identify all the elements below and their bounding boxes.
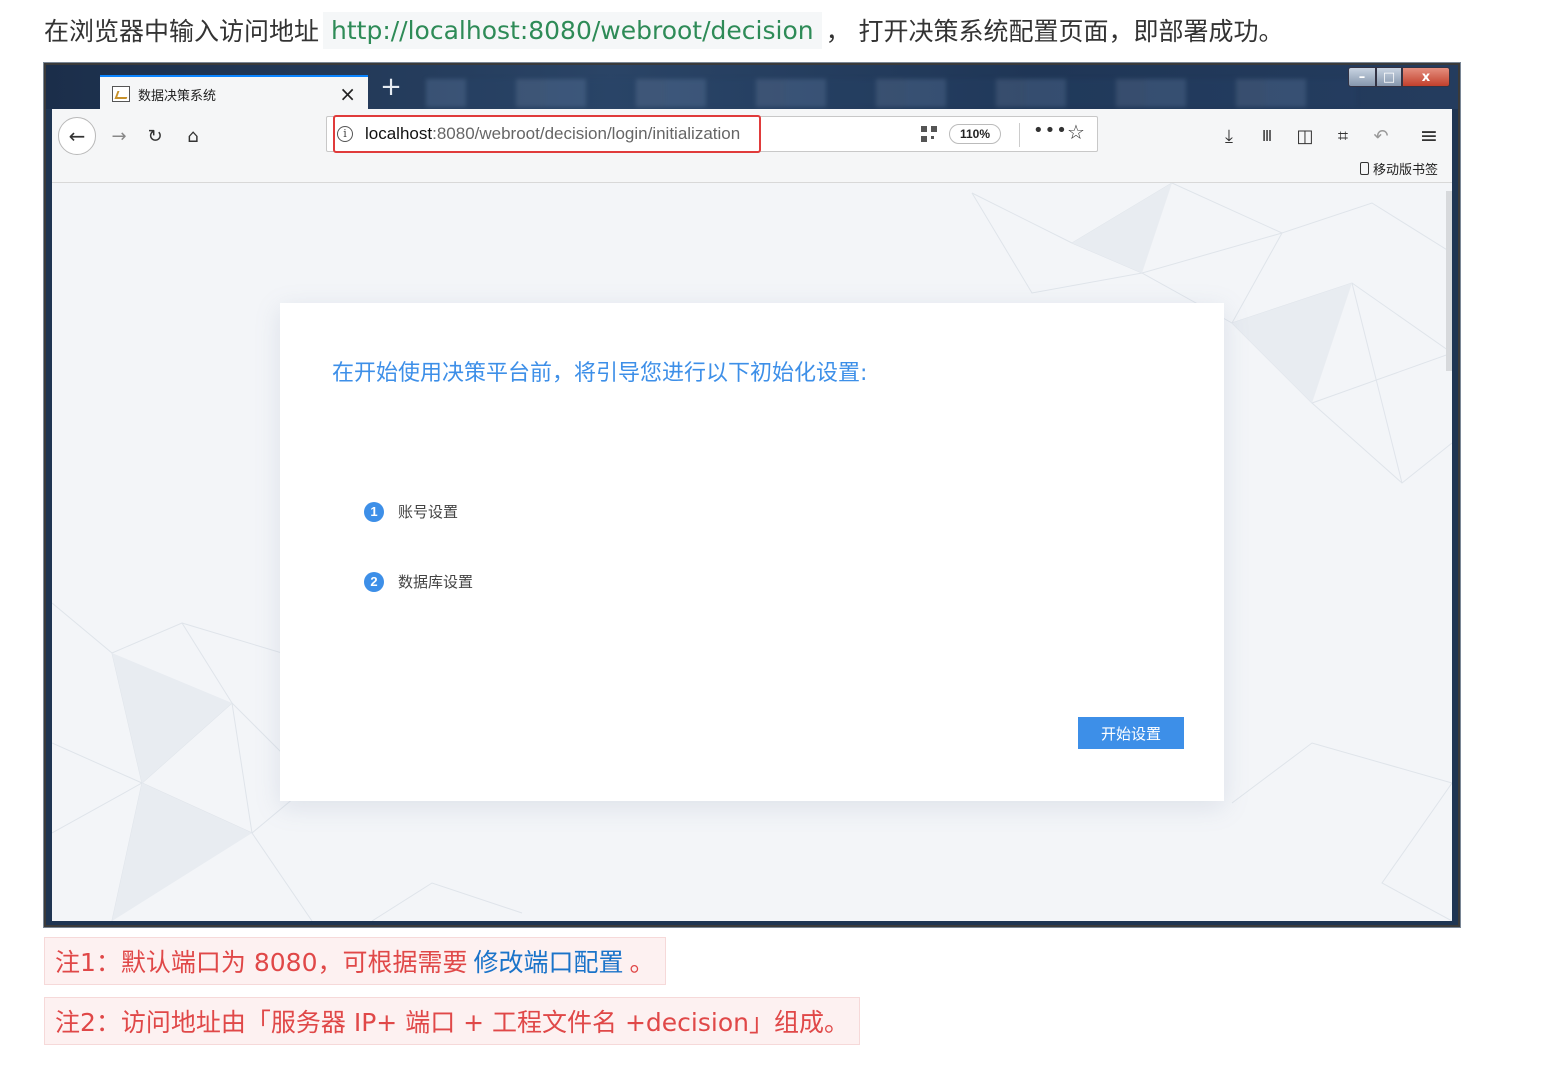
note-2: 注2：访问地址由「服务器 IP+ 端口 + 工程文件名 +decision」组成… [44, 997, 860, 1045]
scrollbar[interactable] [1446, 191, 1452, 371]
desktop-background [426, 79, 1356, 107]
new-tab-button[interactable]: + [378, 74, 404, 101]
url-separator [1019, 123, 1020, 147]
forward-button[interactable]: → [104, 121, 134, 151]
intro-url-code: http://localhost:8080/webroot/decision [323, 11, 822, 49]
nav-toolbar: ← → ↻ ⌂ i localhost:8080/webroot/decisio… [52, 109, 1452, 183]
url-host: localhost [365, 124, 433, 143]
mobile-bookmarks[interactable]: 移动版书签 [1359, 159, 1438, 178]
browser-window: 数据决策系统 × + – □ x ← → ↻ ⌂ i localhost:808… [44, 63, 1460, 927]
start-setup-button[interactable]: 开始设置 [1078, 717, 1184, 749]
favicon-icon [112, 86, 130, 102]
intro-before: 在浏览器中输入访问地址 [44, 17, 320, 46]
step-database: 2 数据库设置 [364, 571, 473, 592]
window-controls: – □ x [1348, 67, 1450, 87]
address-bar[interactable]: i localhost:8080/webroot/decision/login/… [326, 115, 1098, 153]
tab-close-icon[interactable]: × [339, 83, 356, 105]
maximize-button[interactable]: □ [1376, 67, 1402, 87]
mobile-bookmarks-label: 移动版书签 [1372, 163, 1438, 178]
bookmark-star-icon[interactable]: ☆ [1067, 120, 1085, 144]
url-text[interactable]: localhost:8080/webroot/decision/login/in… [365, 124, 740, 144]
minimize-button[interactable]: – [1348, 67, 1376, 87]
close-window-button[interactable]: x [1402, 67, 1450, 87]
sidebar-icon[interactable]: ◫ [1290, 121, 1320, 151]
screenshot-icon[interactable]: ⌗ [1328, 121, 1358, 151]
intro-after: ， 打开决策系统配置页面，即部署成功。 [825, 17, 1284, 46]
browser-tab[interactable]: 数据决策系统 × [100, 75, 368, 111]
step-number-badge: 1 [364, 501, 384, 522]
tab-title: 数据决策系统 [138, 88, 217, 104]
init-card: 在开始使用决策平台前，将引导您进行以下初始化设置: 1 账号设置 2 数据库设置… [280, 303, 1224, 801]
library-icon[interactable]: Ⅲ [1252, 121, 1282, 151]
download-icon[interactable]: ⤓ [1214, 121, 1244, 151]
page-viewport: 在开始使用决策平台前，将引导您进行以下初始化设置: 1 账号设置 2 数据库设置… [52, 183, 1452, 921]
undo-icon[interactable]: ↶ [1366, 121, 1396, 151]
step-number-badge: 2 [364, 571, 384, 592]
intro-text: 在浏览器中输入访问地址 http://localhost:8080/webroo… [44, 8, 1284, 52]
title-bar: 数据决策系统 × + – □ x [46, 65, 1458, 111]
qr-code-icon[interactable] [921, 126, 937, 142]
port-config-link[interactable]: 修改端口配置 [473, 943, 623, 979]
reload-button[interactable]: ↻ [140, 121, 170, 151]
step-label: 数据库设置 [398, 573, 474, 591]
card-heading: 在开始使用决策平台前，将引导您进行以下初始化设置: [332, 361, 868, 386]
phone-icon [1359, 162, 1369, 175]
menu-icon[interactable]: ≡ [1414, 121, 1444, 151]
step-label: 账号设置 [398, 503, 459, 521]
note-2-text: 注2：访问地址由「服务器 IP+ 端口 + 工程文件名 +decision」组成… [55, 1008, 849, 1037]
home-button[interactable]: ⌂ [178, 121, 208, 151]
note-1-end: 。 [629, 948, 655, 977]
url-path: :8080/webroot/decision/login/initializat… [432, 124, 741, 143]
more-actions-icon[interactable]: ••• [1033, 120, 1068, 141]
step-account: 1 账号设置 [364, 501, 458, 522]
note-1-text: 注1：默认端口为 8080，可根据需要 [55, 948, 468, 977]
back-button[interactable]: ← [58, 117, 96, 155]
note-1: 注1：默认端口为 8080，可根据需要 修改端口配置 。 [44, 937, 666, 985]
zoom-badge[interactable]: 110% [949, 124, 1002, 144]
